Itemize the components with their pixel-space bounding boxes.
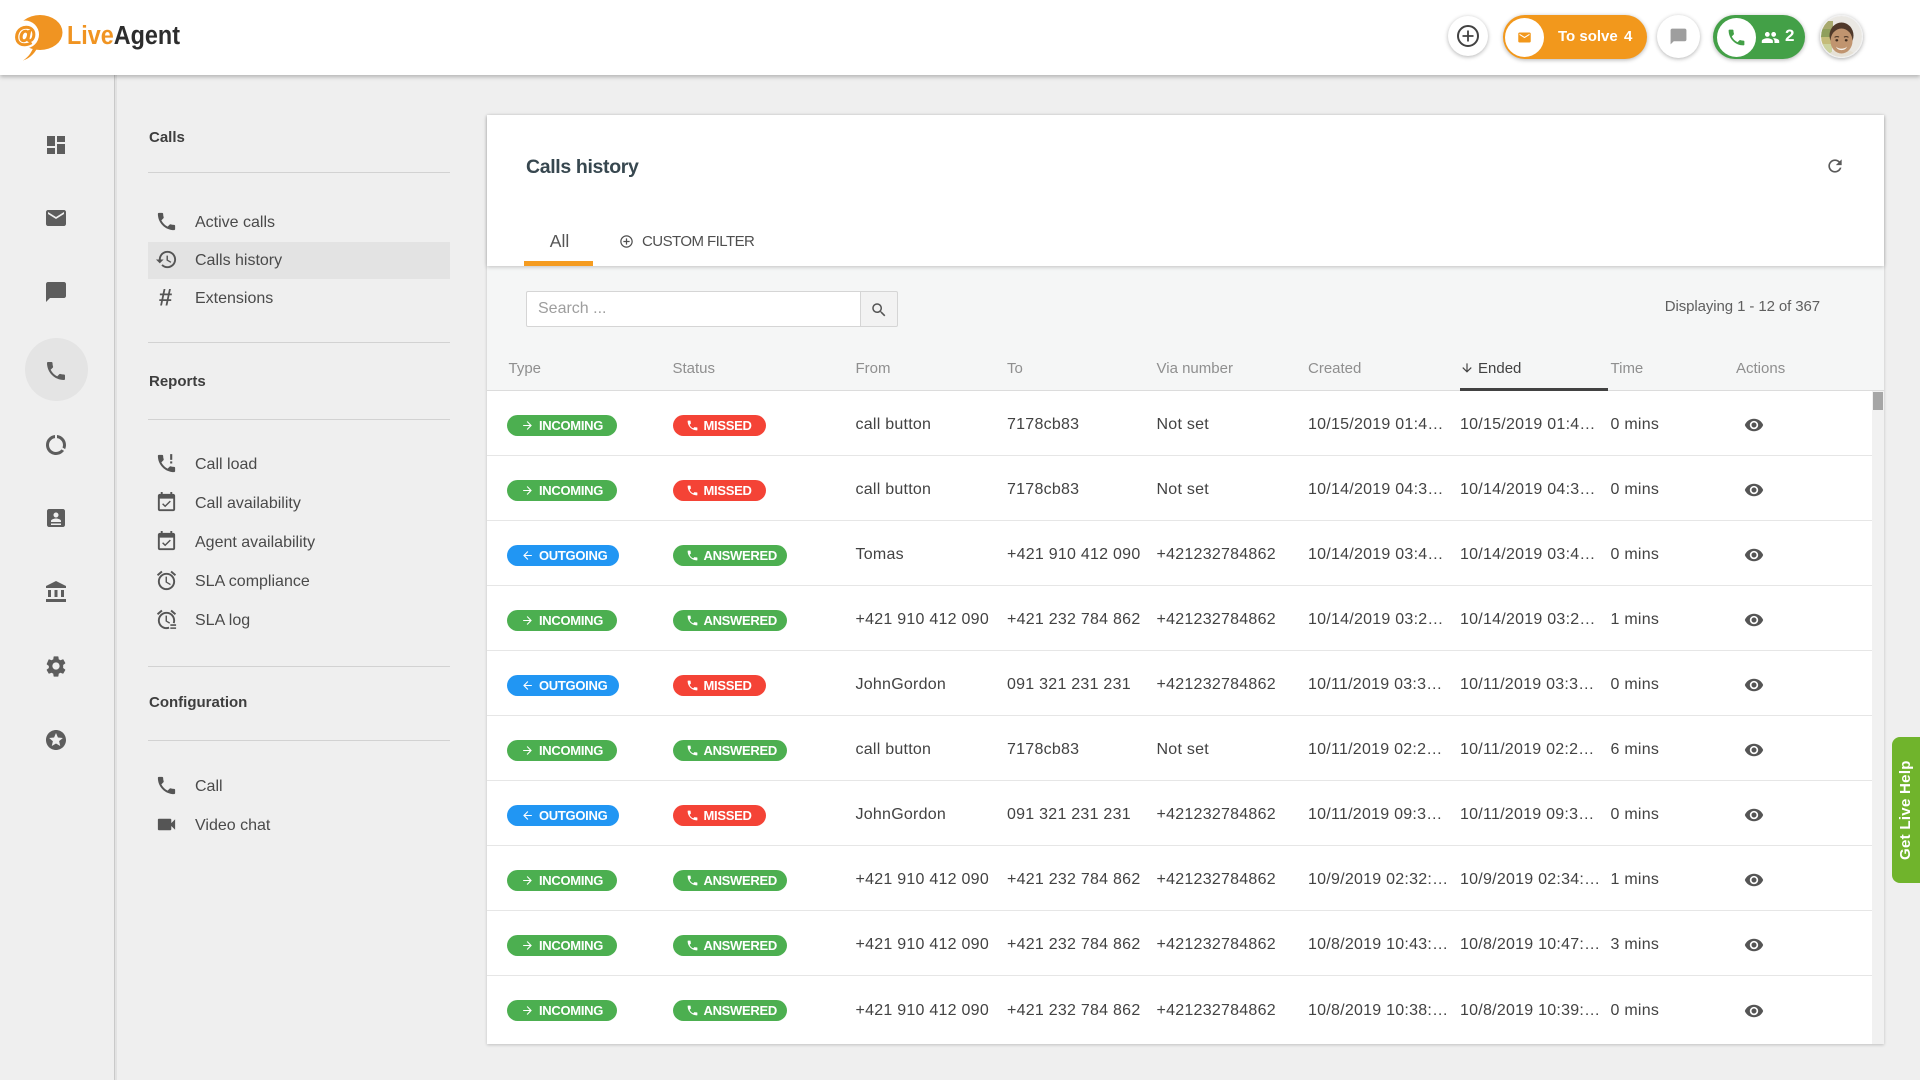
svg-text:LiveAgent: LiveAgent — [67, 22, 180, 50]
svg-text:#: # — [159, 286, 172, 309]
svg-text:@: @ — [15, 23, 36, 48]
